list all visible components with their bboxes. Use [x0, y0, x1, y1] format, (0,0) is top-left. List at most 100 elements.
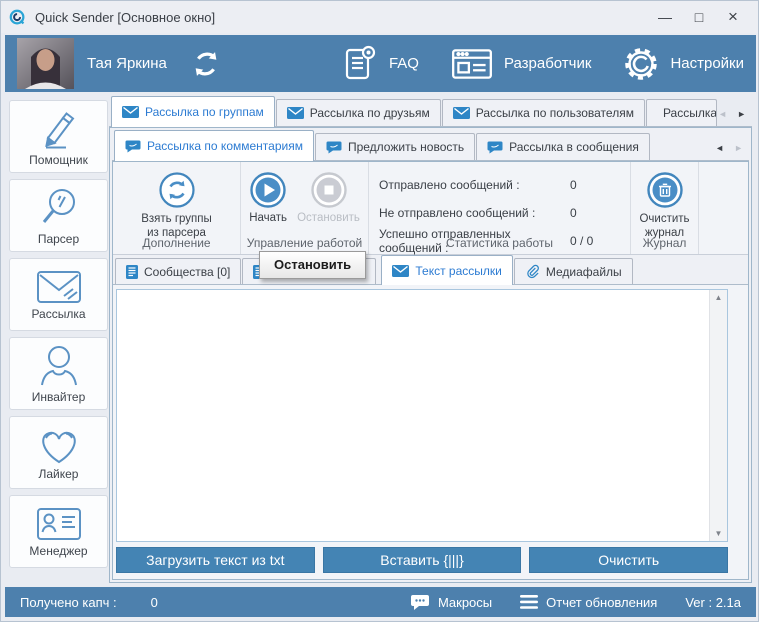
start-label: Начать	[249, 212, 288, 224]
tab-suggest-news[interactable]: Предложить новость	[314, 133, 476, 160]
heart-icon	[41, 431, 76, 464]
speech-bubble-icon	[410, 594, 429, 610]
mailing-text-page: ▲ ▼ Загрузить текст из txt Вставить {|||…	[113, 285, 748, 579]
update-report-button[interactable]: Отчет обновления	[520, 595, 657, 610]
app-logo-q-icon	[9, 9, 26, 26]
sidebar-item-helper[interactable]: Помощник	[9, 100, 108, 173]
status-bar: Получено капч : 0 Макросы Отчет обновлен…	[5, 587, 756, 617]
tab-scroll-right-icon[interactable]: ►	[734, 143, 743, 153]
sidebar: Помощник Парсер Рассылка Инвайтер Лайкер…	[9, 100, 108, 568]
stat-not-sent: Не отправлено сообщений : 0	[379, 201, 622, 225]
hamburger-icon	[520, 595, 539, 609]
tab-label: Рассылка по группам	[145, 105, 264, 119]
tab-mailing-video[interactable]: Рассылка по вид	[645, 99, 718, 126]
developer-button[interactable]: Разработчик	[449, 45, 591, 83]
envelope-icon	[36, 271, 81, 303]
load-text-from-txt-button[interactable]: Загрузить текст из txt	[116, 547, 315, 573]
account-header: Тая Яркина FAQ Разработчик Настройки	[5, 35, 756, 92]
comment-icon	[326, 141, 342, 153]
main-area: Рассылка по группам Рассылка по друзьям …	[109, 96, 752, 583]
minimize-button[interactable]: —	[648, 4, 682, 30]
sidebar-item-label: Инвайтер	[31, 390, 86, 404]
title-bar: Quick Sender [Основное окно] — □ ×	[1, 1, 758, 33]
insert-separator-button[interactable]: Вставить {|||}	[322, 547, 522, 573]
captcha-count-value: 0	[150, 594, 158, 610]
tab-page-groups: Рассылка по комментариям Предложить ново…	[109, 127, 752, 583]
stop-button[interactable]: Остановить	[294, 169, 363, 226]
pencil-icon	[44, 112, 74, 149]
tab-mailing-messages[interactable]: Рассылка в сообщения	[476, 133, 650, 160]
trash-icon	[646, 172, 683, 208]
tab-mailing-friends[interactable]: Рассылка по друзьям	[275, 99, 441, 126]
tab-label: Предложить новость	[347, 140, 465, 154]
clear-text-button[interactable]: Очистить	[529, 547, 729, 573]
tab-mailing-groups[interactable]: Рассылка по группам	[111, 96, 275, 127]
tab-label: Текст рассылки	[415, 263, 502, 278]
macros-button[interactable]: Макросы	[410, 594, 492, 611]
user-name: Тая Яркина	[87, 55, 167, 72]
id-card-icon	[36, 508, 81, 540]
tab-label: Рассылка в сообщения	[509, 140, 639, 154]
document-list-icon	[126, 264, 138, 279]
clear-log-button[interactable]: Очистить журнал	[636, 169, 692, 243]
settings-button[interactable]: Настройки	[621, 44, 744, 84]
group-label-log: Журнал	[642, 236, 687, 250]
refresh-icon	[195, 51, 217, 76]
tab-scroll-left-icon[interactable]: ◄	[715, 143, 724, 153]
stat-sent: Отправлено сообщений : 0	[379, 173, 622, 197]
tooltip-stop: Остановить	[259, 251, 367, 279]
update-report-label: Отчет обновления	[546, 594, 658, 610]
sidebar-item-label: Лайкер	[38, 467, 79, 481]
group-label-stats: Статистика работы	[445, 236, 554, 250]
sidebar-item-mailing[interactable]: Рассылка	[9, 258, 108, 331]
sidebar-item-inviter[interactable]: Инвайтер	[9, 337, 108, 410]
group-label-addition: Дополнение	[142, 236, 211, 250]
scroll-down-icon[interactable]: ▼	[715, 529, 723, 538]
refresh-account-button[interactable]	[187, 45, 225, 83]
envelope-icon	[122, 106, 139, 118]
stat-label: Не отправлено сообщений :	[379, 205, 536, 220]
comment-icon	[487, 141, 503, 153]
tab-label: Рассылка по комментариям	[147, 139, 303, 153]
envelope-icon	[286, 107, 304, 119]
refresh-circle-icon	[158, 172, 195, 208]
inner-tab-strip-row2: Рассылка по комментариям Предложить ново…	[112, 130, 749, 161]
stat-value: 0	[570, 205, 577, 220]
maximize-button[interactable]: □	[682, 4, 716, 30]
content-tab-strip: Сообщества [0] й Текст рассылки Медиафай…	[113, 251, 748, 285]
sidebar-item-label: Рассылка	[31, 307, 86, 321]
vertical-scrollbar[interactable]: ▲ ▼	[709, 290, 727, 541]
comment-icon	[125, 140, 141, 152]
faq-button[interactable]: FAQ	[340, 44, 419, 84]
tab-page-comments: Взять группы из парсера Дополнение Начат…	[112, 161, 749, 580]
faq-icon	[345, 45, 376, 79]
tab-mailing-users[interactable]: Рассылка по пользователям	[441, 99, 645, 126]
avatar[interactable]	[17, 38, 74, 89]
sidebar-item-manager[interactable]: Менеджер	[9, 495, 108, 568]
tab-label: Медиафайлы	[545, 264, 622, 279]
tab-media-files[interactable]: Медиафайлы	[513, 258, 633, 284]
tab-label: Сообщества [0]	[144, 264, 231, 279]
faq-label: FAQ	[388, 55, 419, 72]
stop-icon	[310, 172, 347, 208]
tab-scroll-right-icon[interactable]: ►	[737, 109, 746, 119]
envelope-icon	[392, 264, 410, 277]
tab-communities[interactable]: Сообщества [0]	[115, 258, 242, 284]
sidebar-item-label: Парсер	[37, 232, 80, 246]
paperclip-icon	[527, 264, 539, 279]
tab-mailing-comments[interactable]: Рассылка по комментариям	[114, 130, 314, 161]
start-button[interactable]: Начать	[246, 169, 290, 226]
close-button[interactable]: ×	[716, 4, 750, 30]
tab-mailing-text[interactable]: Текст рассылки	[381, 255, 513, 285]
magnifier-icon	[42, 189, 75, 223]
envelope-icon	[452, 107, 470, 119]
toolbar: Взять группы из парсера Дополнение Начат…	[113, 162, 748, 255]
tab-label: Рассылка по друзьям	[309, 106, 430, 120]
message-text-area[interactable]	[117, 290, 709, 541]
scroll-up-icon[interactable]: ▲	[715, 293, 723, 302]
sidebar-item-parser[interactable]: Парсер	[9, 179, 108, 252]
captcha-count-label: Получено капч :	[20, 594, 117, 610]
take-groups-from-parser-button[interactable]: Взять группы из парсера	[138, 169, 215, 243]
tab-scroll-left-icon[interactable]: ◄	[718, 109, 727, 119]
sidebar-item-liker[interactable]: Лайкер	[9, 416, 108, 489]
